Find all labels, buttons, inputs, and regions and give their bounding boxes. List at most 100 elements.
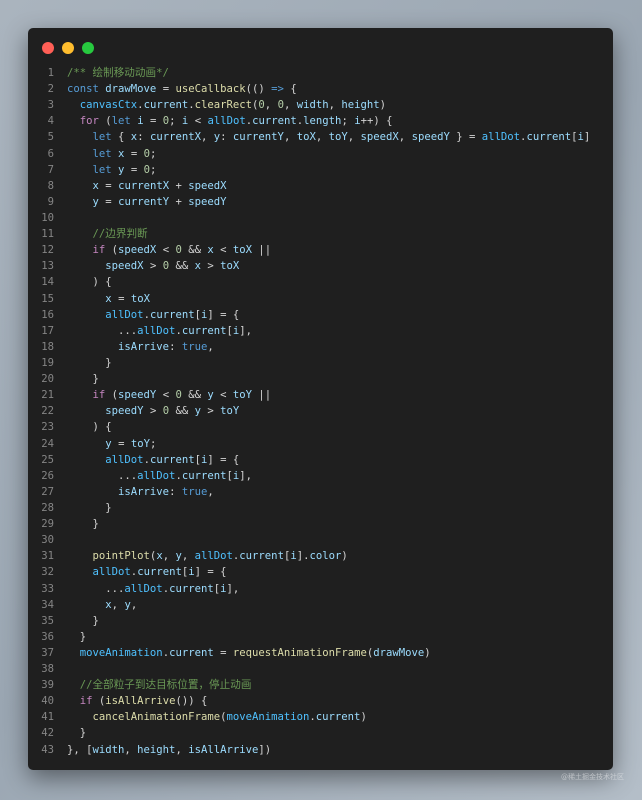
code-token: , <box>315 131 329 144</box>
code-line: 11 //边界判断 <box>28 226 613 242</box>
close-button[interactable] <box>42 42 54 54</box>
line-number: 26 <box>41 469 54 482</box>
code-line: 19 } <box>28 355 613 371</box>
code-token: if <box>79 695 93 708</box>
code-comment: //全部粒子到达目标位置，停止动画 <box>79 679 252 692</box>
code-token: current <box>181 469 227 482</box>
code-line: 10 <box>28 210 613 226</box>
code-line: 18 isArrive: true, <box>28 339 613 355</box>
code-token: < <box>156 244 176 257</box>
line-source: cancelAnimationFrame(moveAnimation.curre… <box>54 709 367 725</box>
code-line: 31 pointPlot(x, y, allDot.current[i].col… <box>28 548 613 564</box>
line-number: 1 <box>47 67 54 79</box>
code-token: : <box>220 131 233 144</box>
code-token: } <box>67 518 99 531</box>
code-token: ) <box>424 646 431 659</box>
code-line: 9 y = currentY + speedY <box>28 194 613 210</box>
line-number: 14 <box>41 276 54 289</box>
line-source: } <box>54 355 112 371</box>
line-number: 20 <box>41 373 54 386</box>
line-number: 31 <box>41 550 54 563</box>
code-token: toX <box>220 260 240 273</box>
line-source: if (isAllArrive()) { <box>54 693 208 709</box>
maximize-button[interactable] <box>82 42 94 54</box>
line-source: //边界判断 <box>54 226 148 242</box>
code-token: ; <box>341 115 355 128</box>
code-token: < <box>213 389 233 402</box>
line-number: 24 <box>41 437 54 450</box>
line-source: x, y, <box>54 597 137 613</box>
code-line: 7 let y = 0; <box>28 162 613 178</box>
code-line: 30 <box>28 532 613 548</box>
minimize-button[interactable] <box>62 42 74 54</box>
code-line: 36 } <box>28 629 613 645</box>
code-line: 1 /** 绘制移动动画*/ <box>28 65 613 81</box>
line-number: 9 <box>47 195 54 208</box>
code-token: ( <box>92 695 106 708</box>
line-number: 36 <box>41 630 54 643</box>
code-token: current <box>137 566 182 579</box>
code-token: > <box>201 405 221 418</box>
code-token: toY <box>232 389 253 402</box>
line-source <box>54 210 67 226</box>
line-source: allDot.current[i] = { <box>54 452 239 468</box>
code-token: , <box>207 340 214 353</box>
line-number: 40 <box>41 695 54 708</box>
line-source: } <box>54 725 86 741</box>
line-number: 3 <box>47 99 54 112</box>
code-line: 27 isArrive: true, <box>28 484 613 500</box>
line-number: 43 <box>41 743 54 756</box>
line-number: 7 <box>47 163 54 176</box>
code-token: } <box>67 356 112 369</box>
code-line: 22 speedY > 0 && y > toY <box>28 403 613 419</box>
line-source: const drawMove = useCallback(() => { <box>54 81 297 97</box>
code-line: 41 cancelAnimationFrame(moveAnimation.cu… <box>28 709 613 725</box>
code-token: current <box>169 646 214 659</box>
code-token: current <box>149 453 195 466</box>
line-source: allDot.current[i] = { <box>54 307 239 323</box>
code-token: clearRect <box>194 99 253 112</box>
code-token: current <box>252 115 297 128</box>
code-token: toY <box>220 405 240 418</box>
code-token: ], <box>239 469 253 482</box>
code-token: allDot <box>481 131 521 144</box>
code-token: isArrive <box>118 485 170 498</box>
code-token: + <box>169 179 189 192</box>
line-source: isArrive: true, <box>54 484 214 500</box>
code-token: } <box>67 630 87 643</box>
line-source: } <box>54 371 99 387</box>
code-token: speedX <box>188 179 227 192</box>
code-token: : <box>169 485 182 498</box>
line-number: 34 <box>41 598 54 611</box>
line-number: 23 <box>41 421 54 434</box>
line-source: //全部粒子到达目标位置，停止动画 <box>54 677 252 693</box>
code-line: 15 x = toX <box>28 291 613 307</box>
code-comment: //边界判断 <box>92 228 148 241</box>
code-token: ) <box>341 550 348 563</box>
code-token: let <box>111 115 131 128</box>
code-token: allDot <box>207 115 246 128</box>
code-token: ( <box>105 389 119 402</box>
line-number: 42 <box>41 727 54 740</box>
code-token: width <box>296 99 329 112</box>
code-token: if <box>92 244 106 257</box>
line-number: 8 <box>47 179 54 192</box>
code-line: 20 } <box>28 371 613 387</box>
line-number: 29 <box>41 518 54 531</box>
code-line: 23 ) { <box>28 419 613 435</box>
code-token: ( <box>98 115 112 128</box>
line-number: 16 <box>41 308 54 321</box>
code-line: 4 for (let i = 0; i < allDot.current.len… <box>28 113 613 129</box>
line-number: 5 <box>47 131 54 144</box>
line-source: if (speedX < 0 && x < toX || <box>54 242 272 258</box>
code-token: isAllArrive <box>105 695 176 708</box>
